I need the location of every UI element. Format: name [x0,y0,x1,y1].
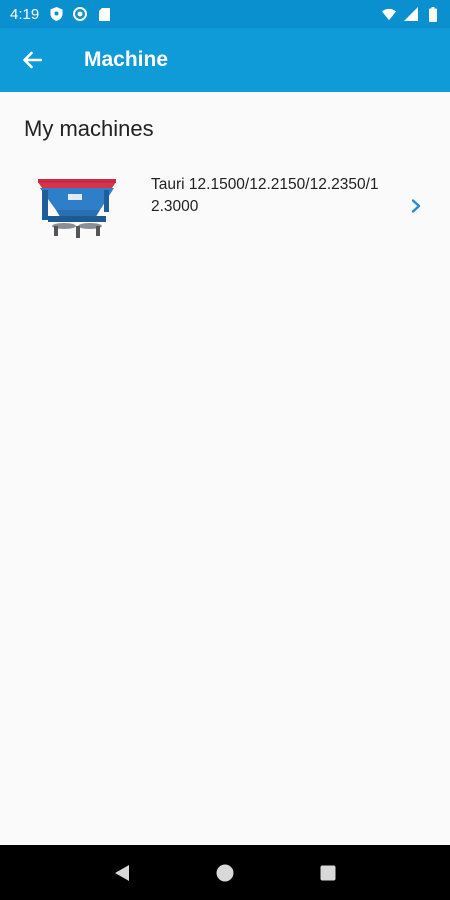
recents-square-icon [320,865,336,880]
machine-list-item[interactable]: Tauri 12.1500/12.2150/12.2350/12.3000 [0,162,450,252]
nav-recents-button[interactable] [313,858,343,888]
page-title: Machine [84,48,169,71]
wifi-icon [382,7,396,21]
main-content: My machines Tauri 12.1500/12.2150/12.235… [0,92,450,845]
spreader-image [34,176,120,238]
nav-back-button[interactable] [107,858,137,888]
arrow-back-icon [23,51,42,69]
status-time: 4:19 [10,5,40,23]
sync-icon [73,7,88,21]
back-triangle-icon [114,864,129,881]
chevron-right-icon [409,198,423,214]
status-bar: 4:19 [0,0,450,28]
shield-icon [49,7,63,21]
signal-icon [404,7,418,21]
home-circle-icon [216,864,234,881]
sd-card-icon [97,7,111,21]
back-button[interactable] [0,28,64,92]
machine-name: Tauri 12.1500/12.2150/12.2350/12.3000 [151,176,379,215]
section-title: My machines [24,116,154,141]
nav-home-button[interactable] [210,858,240,888]
app-bar: Machine [0,28,450,92]
system-nav-bar [0,845,450,900]
battery-icon [426,6,440,22]
